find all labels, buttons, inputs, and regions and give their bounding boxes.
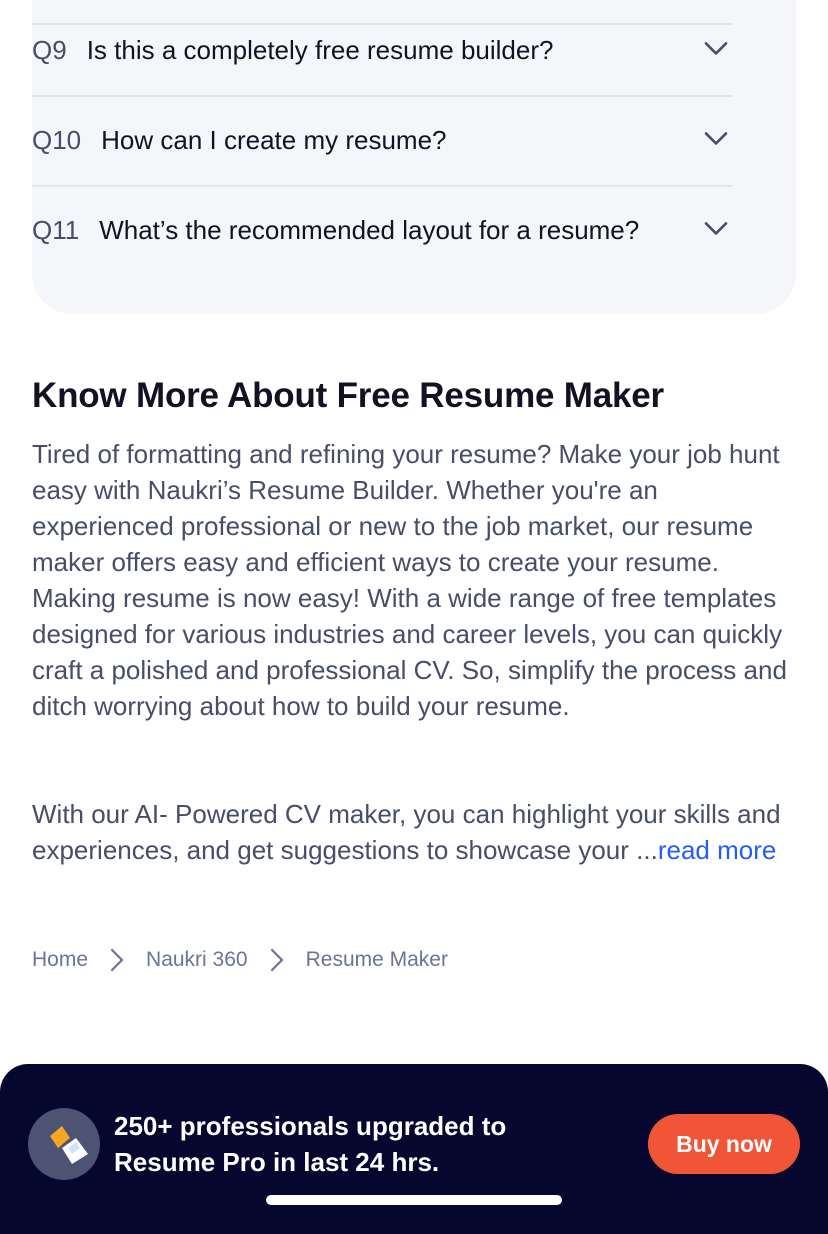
promo-text-line-1: 250+ professionals upgraded to — [114, 1111, 507, 1141]
faq-question: What’s the recommended layout for a resu… — [99, 214, 640, 245]
faq-item-q10[interactable]: Q10 How can I create my resume? — [32, 95, 732, 187]
about-paragraph-1: Tired of formatting and refining your re… — [32, 439, 787, 721]
breadcrumb-resume-maker: Resume Maker — [305, 948, 448, 971]
faq-number: Q10 — [32, 124, 82, 155]
faq-number: Q9 — [32, 34, 67, 65]
faq-number: Q11 — [32, 214, 80, 245]
promo-text-line-2: Resume Pro in last 24 hrs. — [114, 1147, 440, 1177]
breadcrumb-home[interactable]: Home — [32, 948, 88, 972]
breadcrumb: Home Naukri 360 Resume Maker — [32, 942, 448, 978]
promo-text: 250+ professionals upgraded to Resume Pr… — [114, 1108, 584, 1180]
faq-item-q11[interactable]: Q11 What’s the recommended layout for a … — [32, 185, 732, 275]
buy-now-button[interactable]: Buy now — [648, 1114, 800, 1174]
document-icon — [50, 1126, 88, 1164]
chevron-down-icon[interactable] — [704, 220, 728, 236]
read-more-link[interactable]: read more — [658, 835, 777, 865]
chevron-right-icon — [270, 948, 283, 972]
faq-question: How can I create my resume? — [101, 124, 447, 155]
faq-question: Is this a completely free resume builder… — [86, 34, 554, 65]
chevron-right-icon — [110, 948, 124, 972]
section-title: Know More About Free Resume Maker — [32, 376, 664, 415]
resume-pro-logo-icon — [28, 1108, 100, 1180]
chevron-down-icon[interactable] — [704, 130, 728, 146]
faq-item-q9[interactable]: Q9 Is this a completely free resume buil… — [32, 5, 732, 97]
promo-bar: 250+ professionals upgraded to Resume Pr… — [0, 1064, 828, 1234]
about-paragraph-2: With our AI- Powered CV maker, you can h… — [32, 796, 802, 868]
chevron-down-icon[interactable] — [704, 40, 728, 56]
home-indicator — [266, 1195, 562, 1205]
breadcrumb-naukri-360[interactable]: Naukri 360 — [146, 948, 248, 972]
